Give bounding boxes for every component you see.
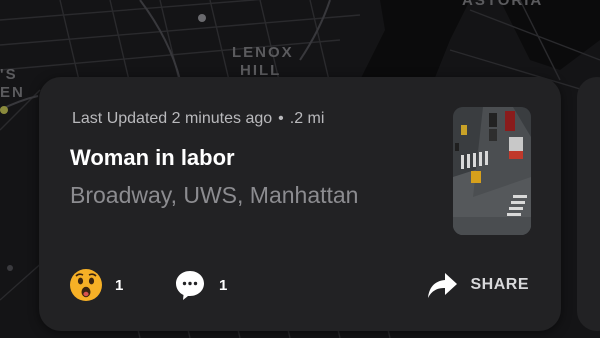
map-label-astoria: ASTORIA xyxy=(462,0,544,9)
last-updated-text: Last Updated 2 minutes ago xyxy=(72,110,273,127)
comment-bubble-icon xyxy=(176,271,204,300)
incident-card[interactable]: Last Updated 2 minutes ago • .2 mi Woman i… xyxy=(39,77,561,331)
incident-location: Broadway, UWS, Manhattan xyxy=(70,182,359,208)
reaction-button[interactable]: 1 xyxy=(69,267,123,303)
street-video-thumbnail-icon xyxy=(453,107,531,235)
surprised-face-icon xyxy=(70,269,102,301)
map-label-edge: 'S xyxy=(0,66,18,83)
distance-text: .2 mi xyxy=(289,110,325,127)
comment-button[interactable]: 1 xyxy=(173,267,227,303)
incident-title[interactable]: Woman in labor xyxy=(70,145,235,171)
map-label-lenox-hill: LENOX xyxy=(232,44,294,61)
incident-video-thumbnail[interactable] xyxy=(453,107,531,235)
comment-count: 1 xyxy=(219,276,228,294)
incident-meta: Last Updated 2 minutes ago • .2 mi xyxy=(72,110,324,128)
map-screen: ASTORIA LENOX HILL 'S EN Last Updated 2 … xyxy=(0,0,600,338)
share-button[interactable]: SHARE xyxy=(426,267,529,303)
next-incident-card-peek[interactable] xyxy=(577,77,600,331)
meta-separator: • xyxy=(278,110,284,127)
map-label-edge-line2: EN xyxy=(0,84,25,101)
share-arrow-icon xyxy=(428,273,458,298)
incident-actions: 1 1 SHARE xyxy=(69,267,531,303)
share-label: SHARE xyxy=(470,276,529,293)
reaction-count: 1 xyxy=(115,276,124,294)
